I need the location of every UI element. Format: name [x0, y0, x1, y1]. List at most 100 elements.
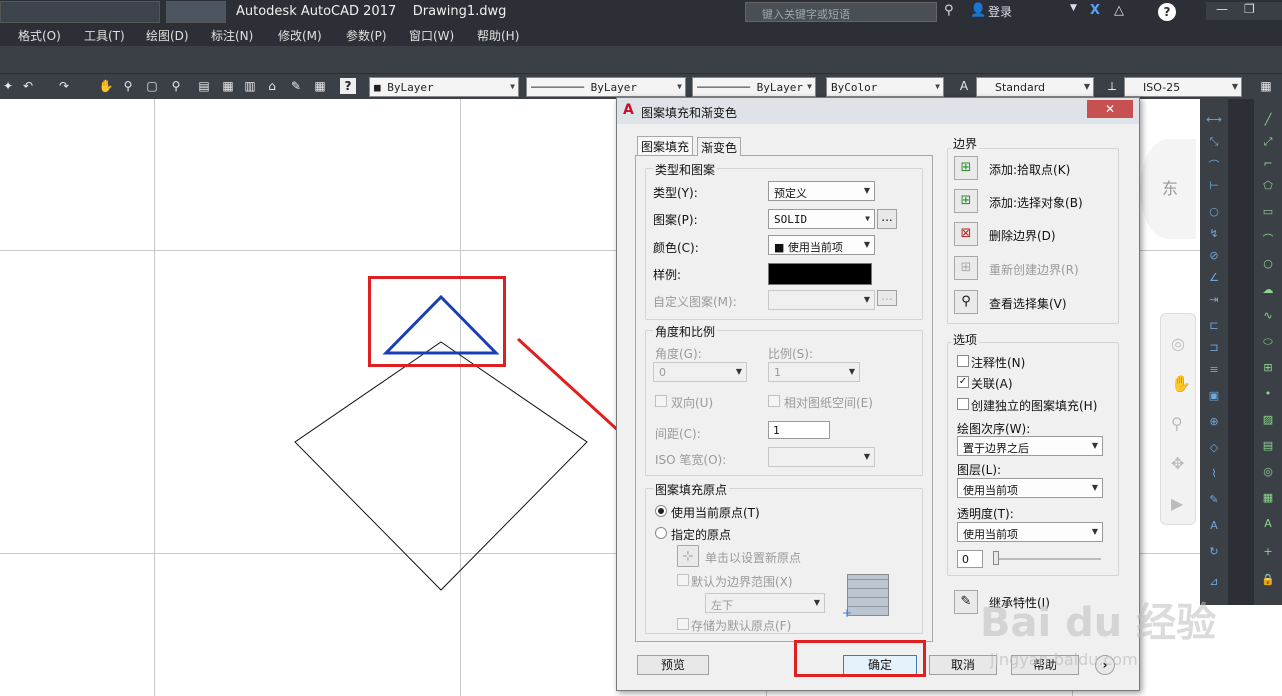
recreate-boundary-icon[interactable]: ⊞ — [954, 256, 978, 280]
type-select[interactable]: 预定义 — [768, 181, 875, 201]
linetype-combo[interactable]: ──────── ByLayer — [526, 77, 686, 97]
sheet-set-icon[interactable]: ⌂ — [264, 78, 280, 94]
dim-style-icon[interactable]: ⟂ — [1102, 78, 1122, 94]
arc-icon[interactable]: ⌒ — [1259, 231, 1277, 246]
a360-icon[interactable]: △ — [1114, 3, 1124, 18]
search-input[interactable]: 键入关键字或短语 — [745, 2, 937, 22]
menu-parametric[interactable]: 参数(P) — [346, 27, 387, 44]
tab-hatch[interactable]: 图案填充 — [637, 136, 694, 155]
lineweight-combo[interactable]: ──────── ByLayer — [692, 77, 816, 97]
dim-update-icon[interactable]: ↻ — [1205, 545, 1223, 559]
color-select[interactable]: ■ 使用当前项 — [768, 235, 875, 255]
ribbon-tab-stub[interactable] — [0, 1, 160, 23]
recreate-boundary-label[interactable]: 重新创建边界(R) — [989, 261, 1079, 278]
undo-icon[interactable]: ↶ — [20, 78, 36, 94]
star-icon[interactable]: ✦ — [0, 78, 16, 94]
menu-draw[interactable]: 绘图(D) — [146, 27, 189, 44]
minimize-icon[interactable]: — — [1216, 2, 1228, 16]
dim-edit-icon[interactable]: ✎ — [1205, 493, 1223, 507]
tab-gradient[interactable]: 渐变色 — [697, 137, 742, 156]
radius-icon[interactable]: ○ — [1205, 205, 1223, 219]
baseline-icon[interactable]: ⊏ — [1205, 319, 1223, 333]
annotative-checkbox[interactable] — [957, 355, 969, 367]
view-selection-icon[interactable]: ⚲ — [954, 290, 978, 314]
angular-icon[interactable]: ∠ — [1205, 271, 1223, 285]
mtext-icon[interactable]: A — [1259, 517, 1277, 531]
diamond-shape[interactable] — [294, 341, 588, 591]
transparency-value-input[interactable]: 0 — [957, 550, 983, 568]
exchange-icon[interactable]: X — [1090, 3, 1100, 18]
viewcube[interactable]: 东 — [1140, 139, 1196, 239]
inspect-icon[interactable]: ◇ — [1205, 441, 1223, 455]
polyline-icon[interactable]: ⌐ — [1259, 157, 1277, 171]
showmotion-icon[interactable]: ▶ — [1171, 494, 1183, 513]
user-icon[interactable]: 👤 — [970, 3, 986, 18]
table-style-icon[interactable]: ▦ — [1256, 78, 1276, 94]
linear-dim-icon[interactable]: ⟷ — [1205, 113, 1223, 127]
text-style-combo[interactable]: Standard — [976, 77, 1094, 97]
orbit-nav-icon[interactable]: ✥ — [1171, 454, 1184, 473]
spacing-input[interactable]: 1 — [768, 421, 830, 439]
menu-format[interactable]: 格式(O) — [18, 27, 61, 44]
add-select-icon[interactable]: ⊞ — [954, 189, 978, 213]
menu-modify[interactable]: 修改(M) — [278, 27, 322, 44]
rectangle-icon[interactable]: ▭ — [1259, 205, 1277, 219]
restore-icon[interactable]: ❐ — [1244, 2, 1255, 16]
menu-dimension[interactable]: 标注(N) — [211, 27, 253, 44]
separate-hatch-checkbox[interactable] — [957, 398, 969, 410]
spline-icon[interactable]: ∿ — [1259, 309, 1277, 323]
add-pick-icon[interactable]: ⊞ — [954, 156, 978, 180]
zoom-window-icon[interactable]: ▢ — [144, 78, 160, 94]
insert-block-icon[interactable]: ⊞ — [1259, 361, 1277, 375]
remove-boundary-icon[interactable]: ⊠ — [954, 222, 978, 246]
pattern-browse-button[interactable]: ... — [877, 209, 897, 229]
custom-browse-button[interactable]: ... — [877, 290, 897, 306]
quick-dim-icon[interactable]: ⇥ — [1205, 293, 1223, 307]
close-icon[interactable]: ✕ — [1087, 100, 1133, 118]
pattern-select[interactable]: SOLID — [768, 209, 875, 229]
diameter-icon[interactable]: ⊘ — [1205, 249, 1223, 263]
region-icon[interactable]: ◎ — [1259, 465, 1277, 479]
plotstyle-combo[interactable]: ByColor — [826, 77, 944, 97]
jogged-icon[interactable]: ↯ — [1205, 227, 1223, 241]
polygon-icon[interactable]: ⬠ — [1259, 179, 1277, 193]
tolerance-icon[interactable]: ▣ — [1205, 389, 1223, 403]
transparency-slider-thumb[interactable] — [993, 551, 999, 565]
design-center-icon[interactable]: ▦ — [220, 78, 236, 94]
relative-paper-checkbox[interactable] — [768, 395, 780, 407]
cancel-button[interactable]: 取消 — [929, 655, 997, 675]
binoculars-icon[interactable]: ⚲ — [944, 3, 954, 18]
view-selection-label[interactable]: 查看选择集(V) — [989, 295, 1067, 312]
inherit-properties-icon[interactable]: ✎ — [954, 590, 978, 614]
arc-length-icon[interactable]: ⌒ — [1205, 157, 1223, 172]
table-icon[interactable]: ▦ — [1259, 491, 1277, 505]
layer-select[interactable]: 使用当前项 — [957, 478, 1103, 498]
menu-help[interactable]: 帮助(H) — [477, 27, 519, 44]
associative-checkbox[interactable]: ✓ — [957, 376, 969, 388]
continue-icon[interactable]: ⊐ — [1205, 341, 1223, 355]
dim-style-panel-icon[interactable]: ⊿ — [1205, 575, 1223, 589]
construction-line-icon[interactable]: ⤢ — [1259, 135, 1277, 149]
add-pick-label[interactable]: 添加:拾取点(K) — [989, 161, 1070, 178]
zoom-realtime-icon[interactable]: ⚲ — [120, 78, 136, 94]
login-link[interactable]: 登录 — [988, 3, 1012, 20]
jogged-linear-icon[interactable]: ⌇ — [1205, 467, 1223, 481]
help-icon[interactable]: ? — [1158, 3, 1176, 21]
calculator-icon[interactable]: ▦ — [312, 78, 328, 94]
aligned-dim-icon[interactable]: ⤡ — [1205, 135, 1223, 149]
line-tool-icon[interactable]: ╱ — [1259, 113, 1277, 127]
help-small-icon[interactable]: ? — [340, 78, 356, 94]
default-boundary-checkbox[interactable] — [677, 574, 689, 586]
set-origin-icon[interactable]: ⊹ — [677, 545, 699, 567]
dim-style-combo[interactable]: ISO-25 — [1124, 77, 1242, 97]
pan-nav-icon[interactable]: ✋ — [1171, 374, 1191, 393]
markup-icon[interactable]: ✎ — [288, 78, 304, 94]
use-current-origin-radio[interactable] — [655, 505, 667, 517]
remove-boundary-label[interactable]: 删除边界(D) — [989, 227, 1056, 244]
tool-palettes-icon[interactable]: ▥ — [242, 78, 258, 94]
ordinate-icon[interactable]: ⊢ — [1205, 179, 1223, 193]
transparency-slider-track[interactable] — [993, 558, 1101, 560]
lock-icon[interactable]: 🔒 — [1259, 573, 1277, 587]
double-checkbox[interactable] — [655, 395, 667, 407]
custom-pattern-select[interactable] — [768, 290, 875, 310]
